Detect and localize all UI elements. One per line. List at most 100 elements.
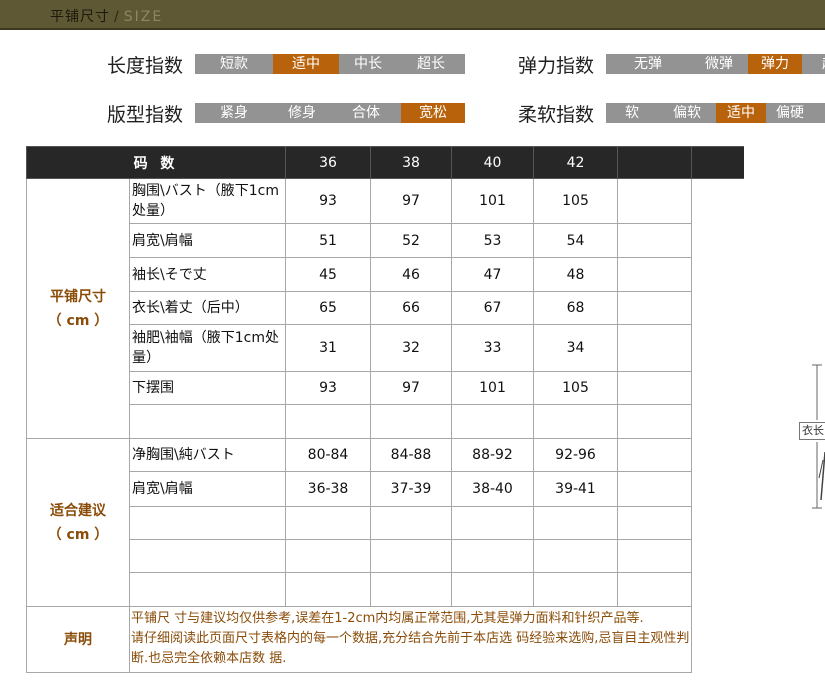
cell-value: 51 (285, 223, 371, 258)
cell-empty (451, 572, 534, 607)
size-header-36: 36 (285, 146, 371, 179)
statement-line-2: 请仔细阅读此页面尺寸表格内的每一个数据,充分结合先前于本店选 码经验来选购,忌盲… (131, 631, 690, 666)
size-header-empty (617, 146, 692, 179)
length-index: 长度指数 短款 适中 中长 超长 (107, 53, 465, 77)
size-header-42: 42 (533, 146, 618, 179)
softness-index-bar: 软 偏软 适中 偏硬 (606, 103, 825, 123)
softness-option-fairly-hard: 偏硬 (776, 105, 804, 121)
cell-empty (129, 572, 286, 607)
length-index-label: 长度指数 (107, 54, 184, 77)
cell-value: 47 (451, 257, 534, 292)
cell-empty (451, 539, 534, 573)
fit-option-loose: 宽松 (401, 103, 465, 123)
cell-empty (370, 506, 452, 540)
cell-empty (617, 471, 692, 507)
statement-label: 声明 (26, 606, 130, 673)
cell-blank (692, 325, 744, 372)
cell-empty (285, 572, 371, 607)
garment-length-tag: 衣长 (799, 422, 825, 440)
row-label-shoulder: 肩宽\肩幅 (129, 223, 286, 258)
cell-value: 38-40 (451, 471, 534, 507)
cell-empty (129, 539, 286, 573)
fit-option-slim: 修身 (288, 105, 316, 121)
cell-empty (533, 404, 618, 439)
row-label-length: 衣长\着丈（后中） (129, 291, 286, 325)
cell-empty (129, 404, 286, 439)
cell-empty (370, 404, 452, 439)
row-label-sleeve-width: 袖肥\袖幅（腋下1cm处量） (129, 324, 286, 372)
cell-blank (692, 607, 744, 673)
softness-option-medium: 适中 (716, 103, 766, 123)
cell-value: 84-88 (370, 438, 452, 472)
table-row: 平铺尺寸 （ cm ） 胸围\バスト（腋下1cm处量） 93 97 101 10… (26, 178, 744, 439)
row-label-sleeve: 袖长\そで丈 (129, 257, 286, 292)
cell-empty (533, 506, 618, 540)
cell-empty (617, 539, 692, 573)
cell-empty (617, 404, 692, 439)
cell-value: 66 (370, 291, 452, 325)
section-title-cn: 平铺尺寸 (50, 9, 110, 25)
cell-value: 31 (285, 324, 371, 372)
cell-blank (692, 224, 744, 258)
size-header-cut (691, 146, 744, 179)
cell-empty (370, 572, 452, 607)
elasticity-index-label: 弹力指数 (518, 54, 595, 77)
cell-blank (692, 540, 744, 573)
table-row (27, 506, 744, 540)
softness-option-soft: 软 (625, 105, 639, 121)
cell-blank (692, 372, 744, 405)
table-row (27, 404, 744, 439)
cell-blank (692, 507, 744, 540)
table-row: 衣长\着丈（后中） 65 66 67 68 (27, 291, 744, 325)
cell-empty (617, 371, 692, 405)
cell-blank (692, 258, 744, 292)
cell-empty (451, 506, 534, 540)
cell-empty (617, 324, 692, 372)
fit-group-unit: （ cm ） (47, 526, 109, 543)
row-label-bust: 胸围\バスト（腋下1cm处量） (129, 178, 286, 224)
elasticity-index: 弹力指数 无弹 微弹 弹力 超 (518, 53, 825, 77)
cell-blank (692, 573, 744, 607)
fit-group-label: 适合建议 （ cm ） (26, 438, 130, 607)
cell-blank (692, 472, 744, 507)
elasticity-option-none: 无弹 (634, 56, 662, 72)
size-header-38: 38 (370, 146, 452, 179)
section-title-en: SIZE (123, 9, 164, 25)
length-option-extra-long: 超长 (417, 56, 445, 72)
cell-empty (617, 223, 692, 258)
cell-value: 65 (285, 291, 371, 325)
table-row: 肩宽\肩幅 51 52 53 54 (27, 223, 744, 258)
cell-value: 67 (451, 291, 534, 325)
row-label-hem: 下摆围 (129, 371, 286, 405)
cell-value: 39-41 (533, 471, 618, 507)
size-header-label: 码 数 (26, 146, 286, 179)
section-title: 平铺尺寸 / SIZE (50, 6, 163, 26)
cell-empty (285, 539, 371, 573)
cell-value: 45 (285, 257, 371, 292)
length-index-bar: 短款 适中 中长 超长 (195, 54, 465, 74)
softness-index: 柔软指数 软 偏软 适中 偏硬 (518, 102, 825, 126)
fit-index-label: 版型指数 (107, 103, 184, 126)
cell-blank (692, 405, 744, 439)
cell-empty (617, 438, 692, 472)
cell-empty (617, 506, 692, 540)
elasticity-option-super: 超 (802, 54, 825, 74)
size-header-40: 40 (451, 146, 534, 179)
cell-value: 105 (533, 178, 618, 224)
elasticity-index-bar: 无弹 微弹 弹力 超 (606, 54, 825, 74)
cell-value: 37-39 (370, 471, 452, 507)
length-option-medium: 适中 (273, 54, 339, 74)
cell-empty (285, 404, 371, 439)
table-row (27, 539, 744, 573)
cell-value: 101 (451, 371, 534, 405)
cell-empty (617, 572, 692, 607)
cell-empty (129, 506, 286, 540)
table-row (27, 572, 744, 607)
table-row: 袖长\そで丈 45 46 47 48 (27, 257, 744, 292)
fit-option-regular: 合体 (352, 105, 380, 121)
table-row: 下摆围 93 97 101 105 (27, 371, 744, 405)
elasticity-option-elastic: 弹力 (748, 54, 802, 74)
row-label-fit-shoulder: 肩宽\肩幅 (129, 471, 286, 507)
cell-blank (692, 292, 744, 325)
cell-value: 48 (533, 257, 618, 292)
